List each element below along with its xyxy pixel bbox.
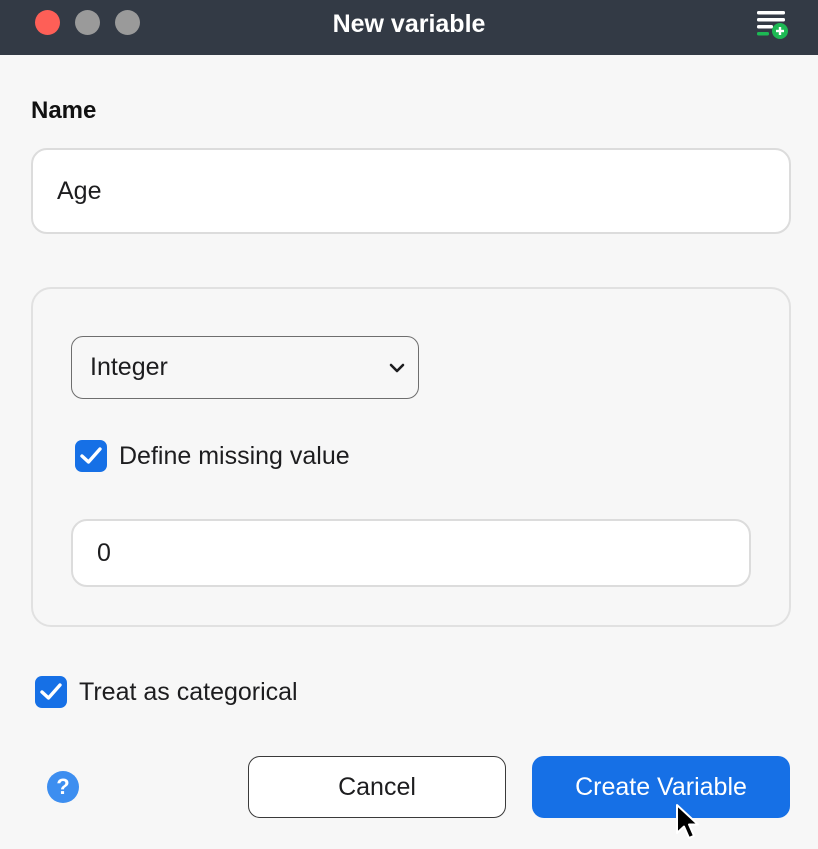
title-bar: New variable: [0, 0, 818, 55]
create-variable-button[interactable]: Create Variable: [532, 756, 790, 818]
checkmark-icon: [80, 447, 102, 464]
define-missing-label: Define missing value: [119, 442, 350, 470]
variable-type-select[interactable]: Integer: [71, 336, 419, 399]
treat-categorical-label: Treat as categorical: [79, 678, 298, 706]
new-variable-dialog: New variable Name Integer Define missing…: [0, 0, 818, 849]
missing-value-input[interactable]: [71, 519, 751, 587]
variable-type-value: Integer: [90, 353, 168, 381]
cancel-button[interactable]: Cancel: [248, 756, 506, 818]
define-missing-checkbox[interactable]: [75, 440, 107, 472]
mouse-pointer-icon: [676, 804, 699, 839]
window-title: New variable: [332, 10, 486, 38]
chevron-down-icon: [389, 363, 405, 373]
add-variable-list-icon[interactable]: [754, 8, 790, 40]
name-label: Name: [31, 97, 97, 124]
help-icon[interactable]: ?: [47, 771, 79, 803]
checkmark-icon: [40, 683, 62, 700]
name-input[interactable]: [31, 148, 791, 234]
treat-categorical-checkbox[interactable]: [35, 676, 67, 708]
